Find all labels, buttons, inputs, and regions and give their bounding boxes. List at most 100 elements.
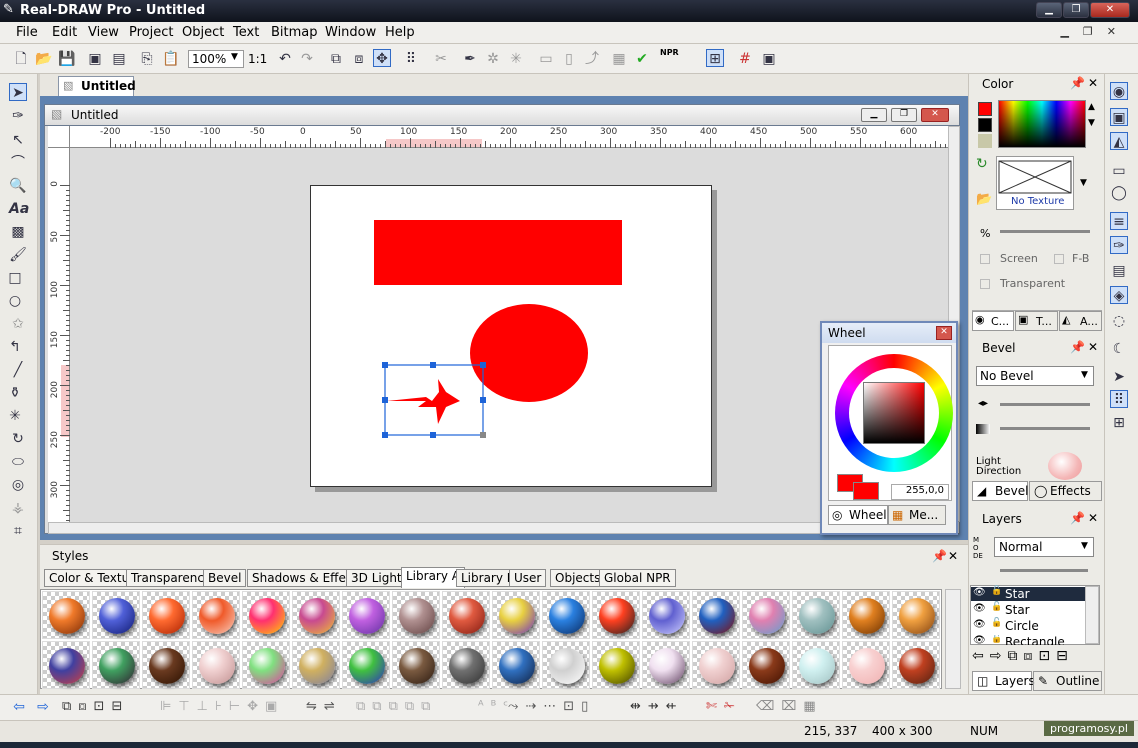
style-swatch[interactable] [92, 641, 140, 689]
outline-panel-icon[interactable]: ▭ [1110, 162, 1128, 180]
doc-close-button[interactable]: ✕ [921, 108, 949, 122]
tab-objects[interactable]: Objects [550, 569, 606, 587]
pin-icon[interactable]: 📌 [932, 549, 947, 563]
blend-mode-select[interactable]: Normal ▼ [994, 537, 1094, 557]
arrange-icons[interactable]: ⧉⧈⊡⊟ [62, 699, 129, 714]
actual-size-button[interactable]: 1:1 [248, 52, 267, 66]
bevel-softness-slider[interactable] [1000, 427, 1090, 430]
pattern-swatch[interactable] [978, 134, 992, 148]
style-swatch[interactable] [692, 641, 740, 689]
tab-bevel[interactable]: ◢ Bevel [972, 481, 1028, 501]
menu-file[interactable]: File [16, 25, 38, 40]
cut-icon[interactable]: ✂ [432, 50, 450, 68]
open-icon[interactable]: 📂 [35, 50, 53, 68]
shape-tool-icon[interactable]: ⌒ [9, 154, 27, 172]
zoom-select[interactable]: 100% ▼ [188, 50, 244, 68]
circle-shape[interactable] [470, 304, 588, 402]
moon-icon[interactable]: ☾ [1110, 340, 1128, 358]
select-tool-icon[interactable]: ➤ [9, 83, 27, 101]
stack-panel-icon[interactable]: ≡ [1110, 212, 1128, 230]
distort-tool-icon[interactable]: ⬭ [9, 453, 27, 471]
styles-scrollbar[interactable] [945, 589, 961, 689]
texture-preview[interactable]: No Texture [996, 156, 1074, 210]
tab-global-npr[interactable]: Global NPR [599, 569, 676, 587]
transform-icon[interactable]: ✥ [373, 49, 391, 67]
close-icon[interactable]: ✕ [948, 549, 958, 563]
style-swatch[interactable] [542, 591, 590, 639]
layer-icon[interactable]: ▦ [610, 50, 628, 68]
rectangle-tool-icon[interactable]: □ [6, 269, 24, 287]
style-swatch[interactable] [242, 641, 290, 689]
spiral-tool-icon[interactable]: ◎ [9, 476, 27, 494]
check-icon[interactable]: ✔ [633, 50, 651, 68]
undo-icon[interactable]: ↶ [276, 50, 294, 68]
style-swatch[interactable] [342, 641, 390, 689]
style-swatch[interactable] [842, 591, 890, 639]
color-panel-icon[interactable]: ◉ [1110, 82, 1128, 100]
tab-layers[interactable]: ◫ Layers [972, 671, 1035, 691]
snap-icon[interactable]: ⊞ [706, 49, 724, 67]
minimize-button[interactable]: ▁ [1036, 2, 1062, 18]
list-item[interactable]: 👁 🔓 Rectangle [971, 635, 1085, 645]
path-icons[interactable]: ⤳⇢⋯⊡▯ [508, 699, 595, 714]
brush-panel-icon[interactable]: ✑ [1110, 236, 1128, 254]
fb-checkbox[interactable] [1054, 254, 1064, 264]
fill-tool-icon[interactable]: ⚱ [6, 384, 24, 402]
style-swatch[interactable] [892, 641, 940, 689]
style-swatch[interactable] [592, 591, 640, 639]
close-icon[interactable]: ✕ [1088, 76, 1098, 90]
wheel-close-button[interactable]: ✕ [936, 326, 952, 340]
style-swatch[interactable] [742, 591, 790, 639]
style-swatch[interactable] [442, 591, 490, 639]
magic2-icon[interactable]: ✳ [507, 50, 525, 68]
eyedropper-icon[interactable]: ✒ [461, 50, 479, 68]
zoom-tool-icon[interactable]: 🔍 [9, 177, 27, 195]
sparkle-tool-icon[interactable]: ✳ [6, 407, 24, 425]
child-window-controls[interactable]: ▁❐✕ [1040, 25, 1130, 38]
tab-user[interactable]: User [509, 569, 547, 587]
style-swatch[interactable] [692, 591, 740, 639]
eraser-icons[interactable]: ⌫⌧▦ [756, 699, 823, 714]
tab-mixer[interactable]: ▦ Me... [888, 505, 946, 525]
curve-tool-icon[interactable]: ↰ [6, 338, 24, 356]
texture-panel-icon[interactable]: ▣ [1110, 108, 1128, 126]
style-swatch[interactable] [842, 641, 890, 689]
crop-tool-icon[interactable]: ⌗ [9, 522, 27, 540]
style-swatch[interactable] [542, 641, 590, 689]
tab-outline[interactable]: ✎ Outline [1033, 671, 1102, 691]
menu-help[interactable]: Help [385, 25, 415, 40]
ungroup-icon[interactable]: ⧈ [350, 50, 368, 68]
layers-scrollbar[interactable] [1085, 586, 1099, 644]
image-tool-icon[interactable]: ▩ [9, 223, 27, 241]
rectangle-shape[interactable] [374, 220, 622, 285]
redo-icon[interactable]: ↷ [298, 50, 316, 68]
light-direction-ball[interactable] [1048, 452, 1082, 480]
paste-icon[interactable]: 📋 [162, 50, 180, 68]
menu-bitmap[interactable]: Bitmap [271, 25, 318, 40]
shape-panel-icon[interactable]: ◯ [1110, 184, 1128, 202]
export-icon[interactable]: ▤ [110, 50, 128, 68]
ellipse-tool-icon[interactable]: ○ [6, 292, 24, 310]
style-swatch[interactable] [642, 591, 690, 639]
horizontal-scrollbar[interactable] [48, 522, 948, 534]
chevron-down-icon[interactable]: ▼ [1088, 118, 1095, 128]
screen-checkbox[interactable] [980, 254, 990, 264]
fill-color-swatch[interactable] [978, 102, 992, 116]
layer-actions[interactable]: ⇦⇨⧉⧈⊡⊟ [972, 648, 1102, 670]
refresh-icon[interactable]: ↻ [976, 156, 996, 176]
new-icon[interactable]: 🗋 [12, 50, 30, 68]
style-swatch[interactable] [892, 591, 940, 639]
style-swatch[interactable] [492, 641, 540, 689]
bevel-select[interactable]: No Bevel ▼ [976, 366, 1094, 386]
align-icon[interactable]: ▭ [537, 50, 555, 68]
list-item[interactable]: 👁 🔓 Star [971, 602, 1085, 617]
import-icon[interactable]: ▣ [86, 50, 104, 68]
bevel-depth-slider[interactable] [1000, 403, 1090, 406]
style-swatch[interactable] [92, 591, 140, 639]
pointer-icon[interactable]: ➤ [1110, 368, 1128, 386]
star-shape[interactable] [387, 379, 460, 424]
style-swatch[interactable] [742, 641, 790, 689]
node-tool-icon[interactable]: ↖ [9, 131, 27, 149]
pin-icon[interactable]: 📌 [1070, 511, 1085, 525]
tab-wheel[interactable]: ◎ Wheel [828, 505, 888, 525]
